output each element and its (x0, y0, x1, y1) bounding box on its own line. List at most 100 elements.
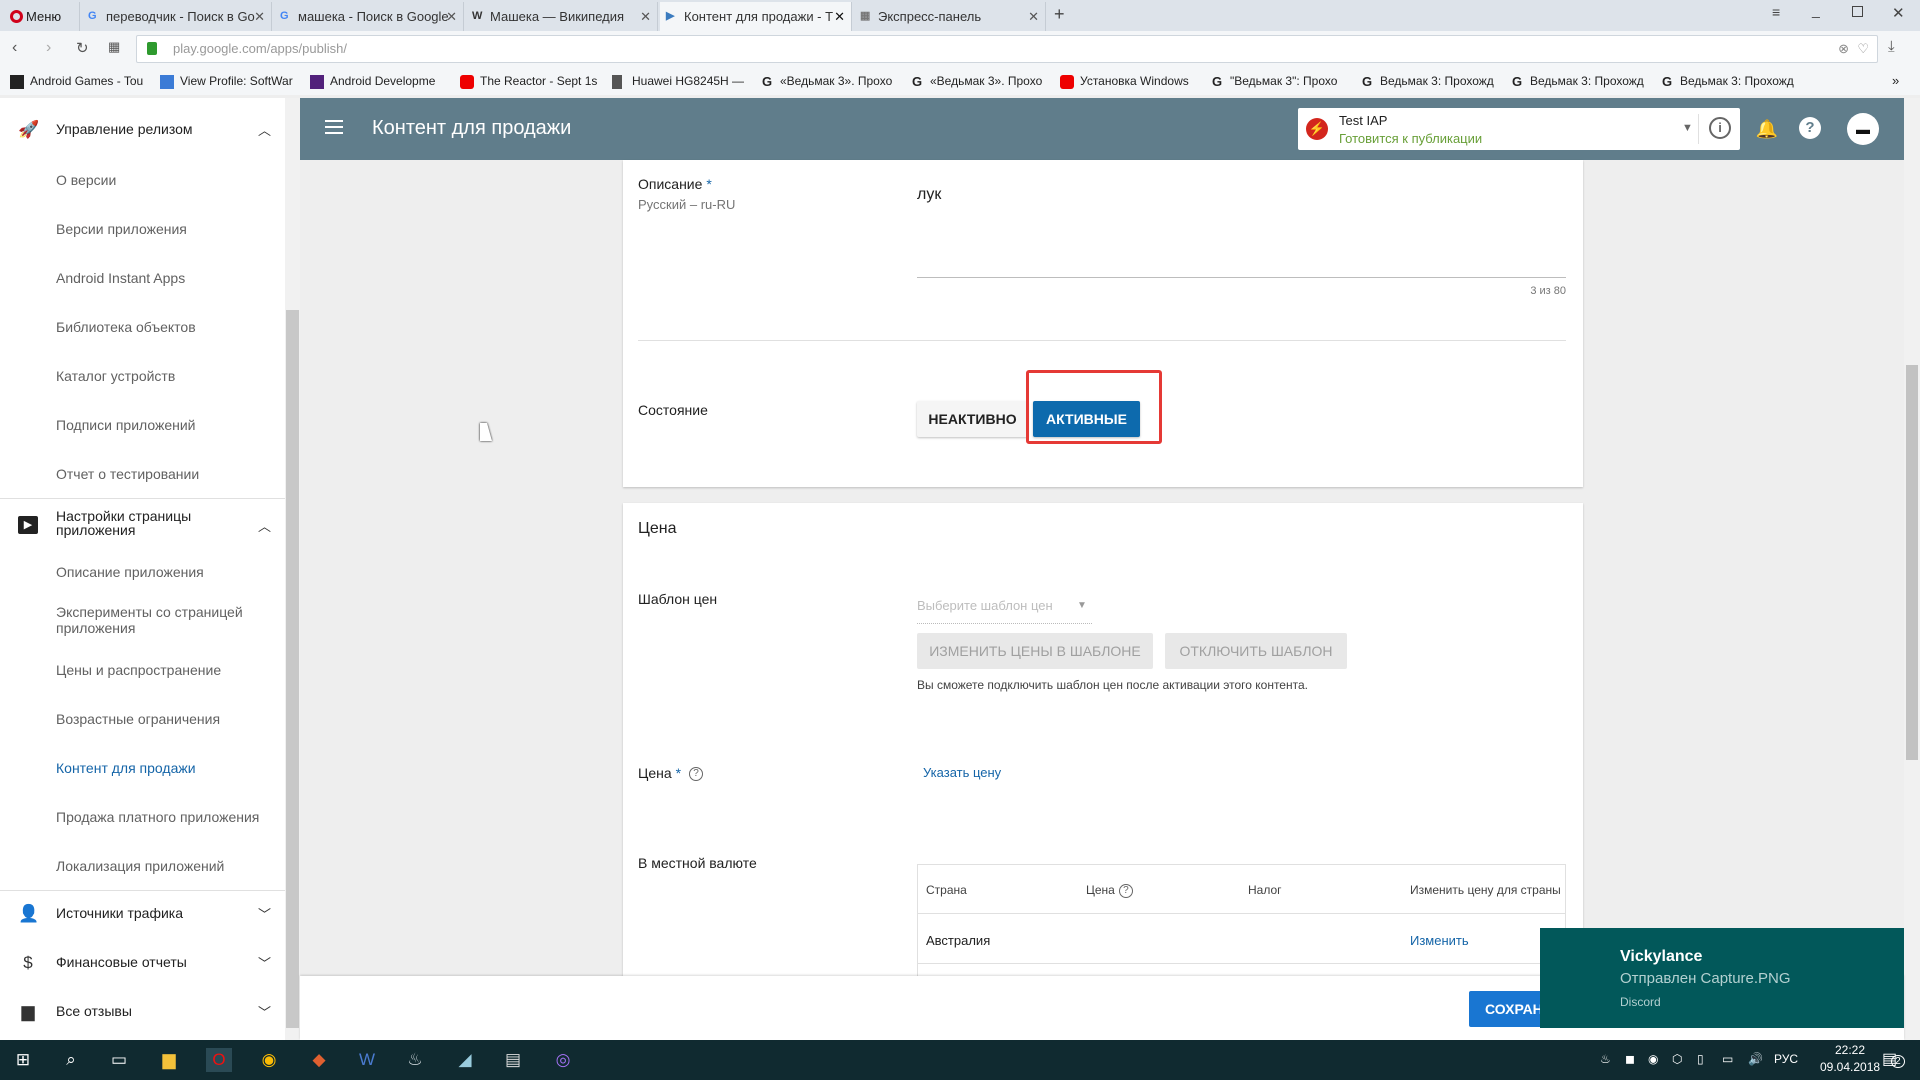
hamburger-menu-icon[interactable] (325, 120, 343, 134)
volume-icon[interactable]: 🔊 (1748, 1052, 1763, 1066)
notifications-bell-icon[interactable]: 🔔 (1755, 117, 1779, 141)
bookmark[interactable]: The Reactor - Sept 1s (460, 74, 597, 89)
info-icon[interactable]: i (1709, 117, 1731, 139)
sidebar-item-app-signing[interactable]: Подписи приложений (56, 417, 196, 433)
main-scrollbar-thumb[interactable] (1906, 365, 1918, 760)
bookmark[interactable]: Android Games - Tou (10, 74, 145, 89)
tab-content-for-sale[interactable]: ▶ Контент для продажи - Т ✕ (660, 2, 852, 31)
close-icon[interactable]: ✕ (254, 2, 265, 31)
sidebar-item-content-rating[interactable]: Возрастные ограничения (56, 711, 220, 727)
sidebar-group-release-management[interactable]: 🚀 Управление релизом ︿ (0, 110, 285, 150)
windows-start-icon[interactable]: ⊞ (10, 1048, 36, 1072)
app-icon[interactable]: ◆ (306, 1048, 332, 1072)
sidebar-group-acquisition[interactable]: 👤 Источники трафика ﹀ (0, 894, 285, 934)
price-template-select[interactable]: Выберите шаблон цен ▼ (917, 598, 1092, 624)
usb-tray-icon[interactable]: ▯ (1697, 1052, 1704, 1066)
help-icon[interactable]: ? (1118, 883, 1133, 898)
minimize-button[interactable]: _ (1812, 2, 1820, 18)
task-view-icon[interactable]: ▭ (106, 1048, 132, 1072)
close-icon[interactable]: ✕ (834, 2, 845, 31)
sidebar-item-pricing-distribution[interactable]: Цены и распространение (56, 662, 221, 678)
new-tab-button[interactable]: + (1054, 4, 1065, 25)
sidebar-item-store-listing[interactable]: Описание приложения (56, 564, 204, 580)
bookmark[interactable]: G «Ведьмак 3». Прохо (910, 74, 1048, 89)
sidebar-item-device-catalog[interactable]: Каталог устройств (56, 368, 175, 384)
tabs-grid-icon[interactable]: ▦ (108, 39, 120, 55)
language-indicator[interactable]: РУС (1774, 1052, 1798, 1066)
bookmark[interactable]: G «Ведьмак 3». Прохо (760, 74, 898, 89)
discord-toast-notification[interactable]: Vickylance Отправлен Capture.PNG Discord (1540, 928, 1904, 1028)
chrome-icon[interactable]: ◉ (256, 1048, 282, 1072)
bookmark[interactable]: Установка Windows (1060, 74, 1195, 89)
bookmark[interactable]: G Ведьмак 3: Прохожд (1660, 74, 1798, 89)
block-icon[interactable]: ⊗ (1838, 36, 1849, 62)
bookmark[interactable]: Huawei HG8245H — (612, 74, 747, 89)
account-avatar[interactable]: ▬ (1847, 113, 1879, 145)
sidebar-item-about-version[interactable]: О версии (56, 172, 116, 188)
opera-menu-button[interactable]: Меню (4, 2, 80, 31)
sidebar-item-test-report[interactable]: Отчет о тестировании (56, 466, 199, 482)
reload-icon[interactable]: ↻ (76, 39, 89, 57)
download-icon[interactable]: ⤓ (1888, 38, 1895, 55)
inactive-button[interactable]: НЕАКТИВНО (917, 401, 1028, 437)
app-icon[interactable]: ◢ (452, 1048, 478, 1072)
change-price-link[interactable]: Изменить (1410, 933, 1469, 948)
back-icon[interactable]: ‹ (12, 39, 17, 57)
sidebar-item-in-app-products[interactable]: Контент для продажи (56, 760, 196, 776)
bookmark-icon (310, 75, 324, 89)
close-icon[interactable]: ✕ (1028, 2, 1039, 31)
tab-mashека-search[interactable]: Gмашека - Поиск в Google ✕ (274, 2, 464, 31)
sidebar-item-artifact-library[interactable]: Библиотека объектов (56, 319, 196, 335)
help-icon[interactable]: ? (1799, 117, 1821, 139)
pricing-card: Цена Шаблон цен Выберите шаблон цен ▼ ИЗМ… (623, 503, 1583, 1024)
tab-menu-icon[interactable]: ≡ (1772, 4, 1780, 20)
sidebar-item-instant-apps[interactable]: Android Instant Apps (56, 270, 185, 286)
app-selector[interactable]: ⚡ Test IAP Готовится к публикации ▼ i (1298, 108, 1740, 150)
tab-translator[interactable]: Gпереводчик - Поиск в Go ✕ (82, 2, 272, 31)
sidebar-item-store-experiments[interactable]: Эксперименты со страницей приложения (56, 604, 266, 636)
tab-wikipedia[interactable]: W Машека — Википедия ✕ (466, 2, 658, 31)
bookmark[interactable]: G "Ведьмак 3": Прохо (1210, 74, 1348, 89)
sidebar-item-app-versions[interactable]: Версии приложения (56, 221, 187, 237)
more-bookmarks-icon[interactable]: » (1892, 73, 1899, 88)
sidebar-item-paid-app[interactable]: Продажа платного приложения (56, 809, 259, 825)
close-icon[interactable]: ✕ (446, 2, 457, 31)
heart-icon[interactable]: ♡ (1857, 36, 1869, 62)
sidebar-group-financial-reports[interactable]: $ Финансовые отчеты ﹀ (0, 943, 285, 983)
disable-template-button[interactable]: ОТКЛЮЧИТЬ ШАБЛОН (1165, 633, 1347, 669)
app-icon[interactable]: ◎ (550, 1048, 576, 1072)
app-icon[interactable]: ▤ (500, 1048, 526, 1072)
opera-taskbar-icon[interactable]: O (206, 1048, 232, 1072)
shield-tray-icon[interactable]: ⬡ (1672, 1052, 1682, 1066)
state-label: Состояние (638, 402, 708, 418)
file-explorer-icon[interactable]: ▆ (156, 1048, 182, 1072)
search-icon[interactable]: ⌕ (58, 1048, 84, 1072)
steam-icon[interactable]: ♨ (402, 1048, 428, 1072)
sidebar-scrollbar-thumb[interactable] (286, 310, 299, 1028)
youtube-icon (1060, 75, 1074, 89)
close-window-button[interactable]: ✕ (1892, 4, 1905, 22)
word-icon[interactable]: W (354, 1048, 380, 1072)
clock[interactable]: 22:22 09.04.2018 (1820, 1043, 1880, 1074)
edit-template-prices-button[interactable]: ИЗМЕНИТЬ ЦЕНЫ В ШАБЛОНЕ (917, 633, 1153, 669)
bookmark[interactable]: Android Developme (310, 74, 450, 89)
help-icon[interactable]: ? (689, 767, 704, 782)
tab-speed-dial[interactable]: ▦ Экспресс-панель ✕ (854, 2, 1046, 31)
sidebar-group-reviews[interactable]: ▆ Все отзывы ﹀ (0, 992, 285, 1032)
set-price-link[interactable]: Указать цену (923, 765, 1001, 780)
sidebar-item-translations[interactable]: Локализация приложений (56, 858, 224, 874)
network-icon[interactable]: ▭ (1722, 1052, 1733, 1066)
action-center-icon[interactable]: ▤2 (1882, 1049, 1905, 1069)
bookmark[interactable]: G Ведьмак 3: Прохожд (1360, 74, 1498, 89)
bookmark[interactable]: View Profile: SoftWar (160, 74, 295, 89)
forward-icon[interactable]: › (46, 39, 51, 57)
discord-tray-icon[interactable]: ◼ (1625, 1052, 1635, 1066)
sidebar-group-store-presence[interactable]: ▶ Настройки страницы приложения ︿ (0, 502, 285, 546)
description-input[interactable]: лук (917, 186, 1566, 278)
bookmark[interactable]: G Ведьмак 3: Прохожд (1510, 74, 1648, 89)
steam-tray-icon[interactable]: ♨ (1600, 1052, 1611, 1066)
restore-button[interactable] (1852, 6, 1863, 17)
close-icon[interactable]: ✕ (640, 2, 651, 31)
url-input[interactable]: play.google.com/apps/publish/ ⊗ ♡ (136, 35, 1878, 63)
chrome-tray-icon[interactable]: ◉ (1648, 1052, 1658, 1066)
